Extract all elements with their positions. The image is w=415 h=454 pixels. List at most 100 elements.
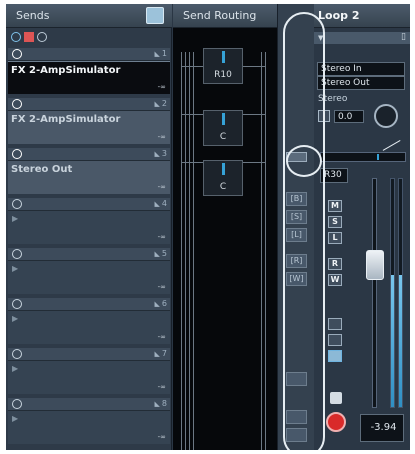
send-slot[interactable]: ◣ 8 ▶ -∞ bbox=[8, 398, 170, 446]
send-destination-field[interactable]: ▶ -∞ bbox=[8, 311, 170, 344]
mid-button-l[interactable]: [L] bbox=[286, 228, 307, 242]
channel-pan-field[interactable]: R30 bbox=[320, 168, 348, 183]
power-icon[interactable] bbox=[12, 99, 22, 109]
volume-fader-track[interactable] bbox=[372, 178, 377, 408]
send-slot[interactable]: ◣ 4 ▶ -∞ bbox=[8, 198, 170, 246]
send-slot-number-text: 5 bbox=[161, 249, 167, 258]
send-destination-name: FX 2-AmpSimulator bbox=[11, 65, 121, 76]
dropdown-arrow-icon[interactable]: ▼ bbox=[318, 34, 323, 42]
send-slot[interactable]: ◣ 5 ▶ -∞ bbox=[8, 248, 170, 296]
send-destination-name: Stereo Out bbox=[11, 164, 73, 175]
slot-corner-icon: ◣ bbox=[154, 400, 160, 408]
send-slot[interactable]: ◣ 7 ▶ -∞ bbox=[8, 348, 170, 396]
mid-edit-button[interactable] bbox=[286, 372, 307, 386]
send-slot-number: ◣ 2 bbox=[155, 99, 167, 108]
send-destination-field[interactable]: FX 2-AmpSimulator -∞ bbox=[8, 111, 170, 144]
send-slot-number-text: 3 bbox=[161, 149, 167, 158]
power-icon[interactable] bbox=[12, 199, 22, 209]
send-level: -∞ bbox=[157, 383, 166, 391]
edit-channel-button[interactable] bbox=[328, 318, 342, 330]
routing-panel: R10 C C bbox=[173, 28, 277, 450]
routing-node[interactable]: C bbox=[203, 110, 243, 146]
eq-bar-marker bbox=[377, 154, 379, 160]
slot-corner-icon: ◣ bbox=[154, 250, 160, 258]
pan-value-field[interactable]: 0.0 bbox=[334, 110, 364, 123]
mid-button-b[interactable]: [B] bbox=[286, 192, 307, 206]
send-destination-field[interactable]: ▶ -∞ bbox=[8, 261, 170, 294]
send-slot[interactable]: ◣ 3 Stereo Out -∞ bbox=[8, 148, 170, 196]
routing-indicator bbox=[222, 51, 225, 63]
power-all-icon[interactable] bbox=[11, 32, 21, 42]
slot-corner-icon: ◣ bbox=[154, 300, 160, 308]
read-button[interactable]: R bbox=[328, 258, 342, 270]
send-slot[interactable]: ◣ 1 FX 2-AmpSimulator -∞ bbox=[8, 48, 170, 96]
pan-mode-icon[interactable] bbox=[318, 110, 330, 122]
routing-node-label: C bbox=[219, 132, 227, 142]
expand-arrow-icon[interactable]: ▶ bbox=[12, 264, 18, 273]
pan-knob[interactable] bbox=[374, 104, 398, 128]
routing-indicator bbox=[222, 113, 225, 125]
send-level: -∞ bbox=[157, 183, 166, 191]
send-slot-header: ◣ 6 bbox=[8, 298, 170, 311]
slot-corner-icon: ◣ bbox=[154, 350, 160, 358]
send-slot[interactable]: ◣ 2 FX 2-AmpSimulator -∞ bbox=[8, 98, 170, 146]
power-icon[interactable] bbox=[12, 299, 22, 309]
send-slot-number: ◣ 3 bbox=[155, 149, 167, 158]
monitor-button[interactable]: M bbox=[328, 200, 342, 212]
loop-top-strip: ▼ ▯ bbox=[314, 32, 410, 44]
send-slot-number: ◣ 7 bbox=[155, 349, 167, 358]
expand-arrow-icon[interactable]: ▶ bbox=[12, 414, 18, 423]
listen-button[interactable]: L bbox=[328, 232, 342, 244]
send-slot[interactable]: ◣ 6 ▶ -∞ bbox=[8, 298, 170, 346]
speaker-icon[interactable] bbox=[330, 392, 342, 404]
mid-paste-button[interactable] bbox=[286, 428, 307, 442]
power-icon[interactable] bbox=[12, 249, 22, 259]
send-slot-number-text: 1 bbox=[161, 49, 167, 58]
power-icon[interactable] bbox=[12, 149, 22, 159]
routing-node-label: C bbox=[219, 182, 227, 192]
send-destination-field[interactable]: Stereo Out -∞ bbox=[8, 161, 170, 194]
power-icon[interactable] bbox=[12, 399, 22, 409]
send-slot-header: ◣ 7 bbox=[8, 348, 170, 361]
link-icon[interactable] bbox=[37, 32, 47, 42]
mid-copy-button[interactable] bbox=[286, 410, 307, 424]
link-channel-button[interactable] bbox=[328, 334, 342, 346]
volume-fader-handle[interactable] bbox=[366, 250, 384, 280]
expand-arrow-icon[interactable]: ▶ bbox=[12, 314, 18, 323]
send-slot-number-text: 6 bbox=[161, 299, 167, 308]
routing-toggle-button[interactable] bbox=[286, 152, 307, 162]
lock-icon[interactable]: ▯ bbox=[401, 32, 406, 42]
expand-arrow-icon[interactable]: ▶ bbox=[12, 364, 18, 373]
record-button[interactable] bbox=[326, 412, 346, 432]
write-button[interactable]: W bbox=[328, 274, 342, 286]
volume-readout[interactable]: -3.94 bbox=[360, 414, 404, 442]
send-destination-field[interactable]: FX 2-AmpSimulator -∞ bbox=[8, 61, 170, 94]
mid-button-w[interactable]: [W] bbox=[286, 272, 307, 286]
send-destination-field[interactable]: ▶ -∞ bbox=[8, 411, 170, 444]
routing-node[interactable]: R10 bbox=[203, 48, 243, 84]
input-routing-field[interactable]: Stereo In bbox=[317, 62, 405, 76]
send-slot-number-text: 2 bbox=[161, 99, 167, 108]
send-slot-number: ◣ 6 bbox=[155, 299, 167, 308]
power-icon[interactable] bbox=[12, 49, 22, 59]
send-slot-number: ◣ 5 bbox=[155, 249, 167, 258]
sends-view-button[interactable] bbox=[146, 7, 164, 24]
solo-button[interactable]: S bbox=[328, 216, 342, 228]
send-destination-field[interactable]: ▶ -∞ bbox=[8, 211, 170, 244]
slot-corner-icon: ◣ bbox=[154, 150, 160, 158]
routing-node[interactable]: C bbox=[203, 160, 243, 196]
output-routing-field[interactable]: Stereo Out bbox=[317, 76, 405, 90]
expand-arrow-icon[interactable]: ▶ bbox=[12, 214, 18, 223]
send-slot-number-text: 4 bbox=[161, 199, 167, 208]
send-level: -∞ bbox=[157, 433, 166, 441]
bypass-icon[interactable] bbox=[24, 32, 34, 42]
send-level: -∞ bbox=[157, 283, 166, 291]
power-icon[interactable] bbox=[12, 349, 22, 359]
mid-button-r[interactable]: [R] bbox=[286, 254, 307, 268]
sends-toolbar bbox=[8, 32, 170, 44]
mid-button-s[interactable]: [S] bbox=[286, 210, 307, 224]
send-destination-field[interactable]: ▶ -∞ bbox=[8, 361, 170, 394]
input-monitor-button[interactable] bbox=[328, 350, 342, 362]
channel-strip-toolbar: [B] [S] [L] [R] [W] bbox=[277, 4, 314, 450]
loop-title: Loop 2 bbox=[318, 9, 360, 22]
